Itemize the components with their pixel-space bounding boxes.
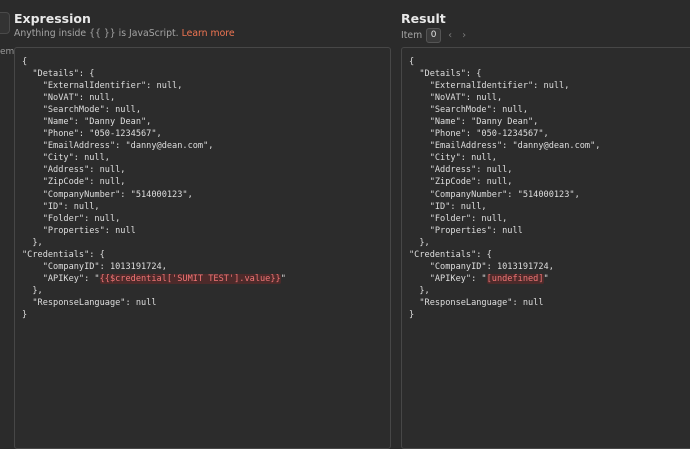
result-title: Result [401,11,446,26]
expression-title: Expression [14,11,91,26]
code-before: { "Details": { "ExternalIdentifier": nul… [22,57,214,284]
credential-expression: {{$credential['SUMIT TEST'].value}} [99,273,281,284]
code-before: { "Details": { "ExternalIdentifier": nul… [409,57,601,284]
chevron-left-icon[interactable]: ‹ [445,30,455,41]
expression-editor[interactable]: { "Details": { "ExternalIdentifier": nul… [14,47,391,449]
chevron-right-icon[interactable]: › [459,30,469,41]
result-code: { "Details": { "ExternalIdentifier": nul… [409,56,600,321]
hint-text: Anything inside {{ }} is JavaScript. [14,28,179,39]
item-label: Item [401,30,423,41]
expression-code[interactable]: { "Details": { "ExternalIdentifier": nul… [22,56,286,321]
result-output: { "Details": { "ExternalIdentifier": nul… [401,47,690,449]
undefined-value: [undefined] [486,273,544,284]
expression-hint: Anything inside {{ }} is JavaScript. Lea… [14,28,235,39]
learn-more-link[interactable]: Learn more [182,28,235,39]
item-selector: Item 0 ‹ › [401,28,469,43]
edge-label: em [0,47,15,57]
collapse-toggle-button[interactable] [0,12,10,34]
item-index-input[interactable]: 0 [426,28,442,43]
